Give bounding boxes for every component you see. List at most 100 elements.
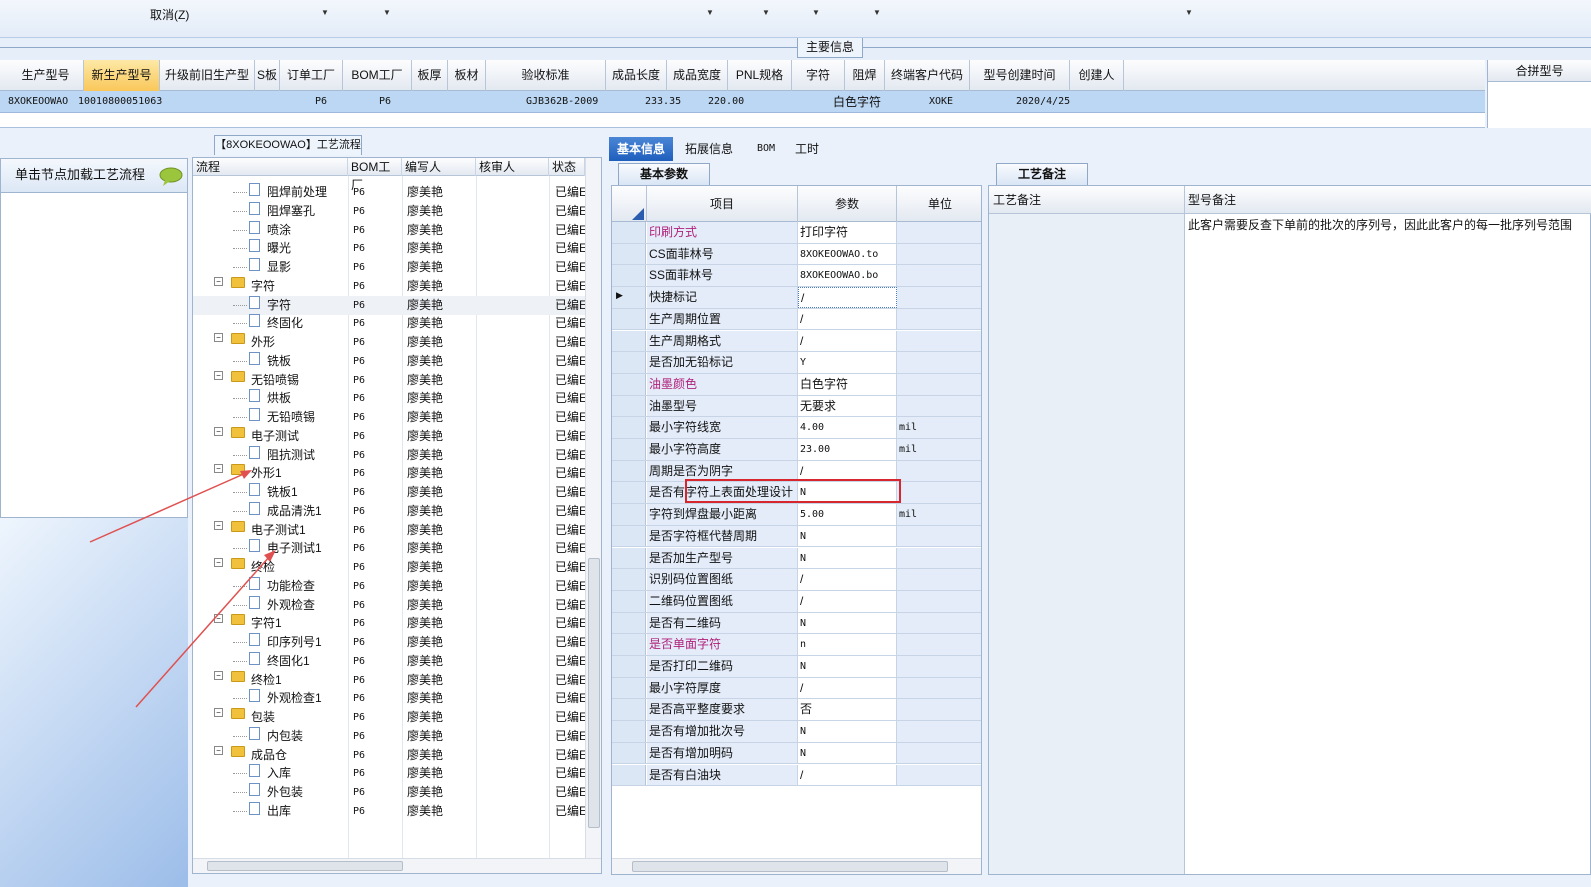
process-note-area[interactable] xyxy=(989,214,1185,874)
row-indicator[interactable] xyxy=(612,330,646,352)
param-row[interactable]: 是否有二维码 N xyxy=(612,612,981,635)
row-indicator[interactable] xyxy=(612,482,646,504)
flow-column-header[interactable]: 流程 xyxy=(193,158,348,176)
params-horizontal-scrollbar[interactable] xyxy=(612,858,981,874)
flow-vertical-scrollbar[interactable] xyxy=(585,158,601,858)
param-value[interactable]: N xyxy=(798,721,897,742)
flow-tree-row[interactable]: 终固化 P6 廖美艳 已编E xyxy=(193,314,585,333)
param-row[interactable]: 字符到焊盘最小距离 5.00 mil xyxy=(612,504,981,526)
flow-tree-row[interactable]: − 电子测试 P6 廖美艳 已编E xyxy=(193,426,585,446)
tab-0[interactable]: 基本信息 xyxy=(609,137,674,161)
flow-tree-row[interactable]: − 字符 P6 廖美艳 已编E xyxy=(193,276,585,296)
flow-tree-row[interactable]: 阻抗测试 P6 廖美艳 已编E xyxy=(193,445,585,465)
tab-2[interactable]: BOM xyxy=(749,137,783,161)
flow-tree-row[interactable]: 烘板 P6 廖美艳 已编E xyxy=(193,389,585,408)
row-indicator[interactable] xyxy=(612,721,646,742)
param-row[interactable]: 最小字符厚度 / xyxy=(612,677,981,700)
tab-3[interactable]: 工时 xyxy=(787,137,827,161)
flow-tree-row[interactable]: 外观检查1 P6 廖美艳 已编E xyxy=(193,689,585,708)
flow-column-header[interactable]: 状态 xyxy=(549,158,585,176)
param-row[interactable]: CS面菲林号 8XOKEOOWAO.to xyxy=(612,243,981,266)
flow-tree-row[interactable]: 功能检查 P6 廖美艳 已编E xyxy=(193,576,585,596)
param-row[interactable]: 是否有增加明码 N xyxy=(612,742,981,765)
param-value[interactable]: 8XOKEOOWAO.bo xyxy=(798,265,897,287)
flow-tree-row[interactable]: 铣板 P6 廖美艳 已编E xyxy=(193,351,585,371)
param-value[interactable]: n xyxy=(798,634,897,655)
param-value[interactable]: 无要求 xyxy=(798,395,897,417)
row-indicator[interactable] xyxy=(612,590,646,612)
flow-tree-row[interactable]: 显影 P6 廖美艳 已编E xyxy=(193,258,585,277)
param-row[interactable]: ▶ 快捷标记 / xyxy=(612,287,981,309)
row-indicator[interactable] xyxy=(612,222,646,243)
column-header[interactable]: S板 xyxy=(255,60,280,91)
flow-tree-row[interactable]: 电子测试1 P6 廖美艳 已编E xyxy=(193,539,585,558)
row-indicator[interactable] xyxy=(612,742,646,764)
param-value[interactable]: / xyxy=(798,677,897,699)
column-header[interactable]: PNL规格 xyxy=(728,60,792,91)
flow-tree-row[interactable]: 曝光 P6 廖美艳 已编E xyxy=(193,239,585,258)
column-header[interactable]: 板材 xyxy=(448,60,486,91)
flow-tree-row[interactable]: 印序列号1 P6 廖美艳 已编E xyxy=(193,633,585,652)
flow-tree-row[interactable]: − 成品仓 P6 廖美艳 已编E xyxy=(193,745,585,765)
flow-tree-row[interactable]: 成品清洗1 P6 廖美艳 已编E xyxy=(193,501,585,521)
flow-tree-row[interactable]: − 终检 P6 廖美艳 已编E xyxy=(193,558,585,577)
param-value[interactable]: N xyxy=(798,525,897,547)
column-header[interactable]: 终端客户代码 xyxy=(885,60,970,91)
chevron-down-icon[interactable]: ▼ xyxy=(383,8,391,17)
param-row[interactable]: SS面菲林号 8XOKEOOWAO.bo xyxy=(612,265,981,288)
row-indicator[interactable] xyxy=(612,352,646,373)
row-indicator[interactable]: ▶ xyxy=(612,287,646,308)
row-indicator[interactable] xyxy=(612,439,646,460)
row-indicator[interactable] xyxy=(612,460,646,482)
param-value[interactable]: 打印字符 xyxy=(798,222,897,243)
flow-tree-row[interactable]: 入库 P6 廖美艳 已编E xyxy=(193,764,585,783)
param-row[interactable]: 是否高平整度要求否 xyxy=(612,699,981,722)
column-header[interactable]: 板厚 xyxy=(412,60,448,91)
row-indicator[interactable] xyxy=(612,525,646,547)
param-row[interactable]: 油墨型号 无要求 xyxy=(612,395,981,418)
row-indicator[interactable] xyxy=(612,699,646,721)
param-row[interactable]: 印刷方式 打印字符 xyxy=(612,222,981,244)
row-indicator[interactable] xyxy=(612,569,646,590)
flow-tree-row[interactable]: − 无铅喷锡 P6 廖美艳 已编E xyxy=(193,370,585,390)
main-grid-row[interactable]: 8XOKEOOWAO 10010800051063 P6 P6 GJB362B-… xyxy=(0,91,1485,113)
flow-tree-row[interactable]: − 电子测试1 P6 廖美艳 已编E xyxy=(193,520,585,540)
column-header[interactable]: BOM工厂 xyxy=(343,60,412,91)
column-header[interactable]: 字符 xyxy=(792,60,845,91)
flow-tree-row[interactable]: 外包装 P6 廖美艳 已编E xyxy=(193,783,585,802)
param-value[interactable]: 23.00 xyxy=(798,439,897,460)
column-header[interactable]: 阻焊 xyxy=(845,60,885,91)
param-value[interactable]: 5.00 xyxy=(798,504,897,525)
param-value[interactable]: 4.00 xyxy=(798,417,897,438)
flow-tree-row[interactable]: 阻焊前处理 P6 廖美艳 已编E xyxy=(193,183,585,202)
param-value[interactable]: / xyxy=(798,308,897,330)
flow-tree-row[interactable]: − 终检1 P6 廖美艳 已编E xyxy=(193,670,585,690)
column-header[interactable]: 成品宽度 xyxy=(667,60,728,91)
row-indicator[interactable] xyxy=(612,677,646,699)
column-header[interactable]: 成品长度 xyxy=(606,60,667,91)
param-row[interactable]: 生产周期位置 / xyxy=(612,308,981,331)
flow-tree-row[interactable]: − 外形1 P6 廖美艳 已编E xyxy=(193,464,585,483)
flow-tree-row[interactable]: − 包装 P6 廖美艳 已编E xyxy=(193,708,585,727)
flow-tree-row[interactable]: 内包装 P6 廖美艳 已编E xyxy=(193,726,585,746)
param-row[interactable]: 识别码位置图纸 / xyxy=(612,569,981,591)
param-row[interactable]: 是否有增加批次号 N xyxy=(612,721,981,743)
param-value[interactable]: Y xyxy=(798,352,897,373)
param-row[interactable]: 油墨颜色 白色字符 xyxy=(612,373,981,396)
basic-params-tab[interactable]: 基本参数 xyxy=(618,163,710,185)
row-indicator[interactable] xyxy=(612,504,646,525)
column-header[interactable]: 创建人 xyxy=(1070,60,1124,91)
chevron-down-icon[interactable]: ▼ xyxy=(321,8,329,17)
param-value[interactable]: N xyxy=(798,742,897,764)
param-row[interactable]: 是否字符框代替周期 N xyxy=(612,525,981,548)
param-value[interactable]: N xyxy=(798,612,897,634)
column-header[interactable]: 新生产型号 xyxy=(84,60,160,91)
chevron-down-icon[interactable]: ▼ xyxy=(873,8,881,17)
param-row[interactable]: 是否打印二维码 N xyxy=(612,656,981,678)
param-value[interactable]: / xyxy=(798,590,897,612)
model-note-text[interactable]: 此客户需要反查下单前的批次的序列号，因此此客户的每一批序列号范围 xyxy=(1188,216,1572,233)
chevron-down-icon[interactable]: ▼ xyxy=(812,8,820,17)
param-row[interactable]: 最小字符高度 23.00 mil xyxy=(612,439,981,461)
param-row[interactable]: 生产周期格式 / xyxy=(612,330,981,353)
param-row[interactable]: 是否加生产型号 N xyxy=(612,547,981,570)
